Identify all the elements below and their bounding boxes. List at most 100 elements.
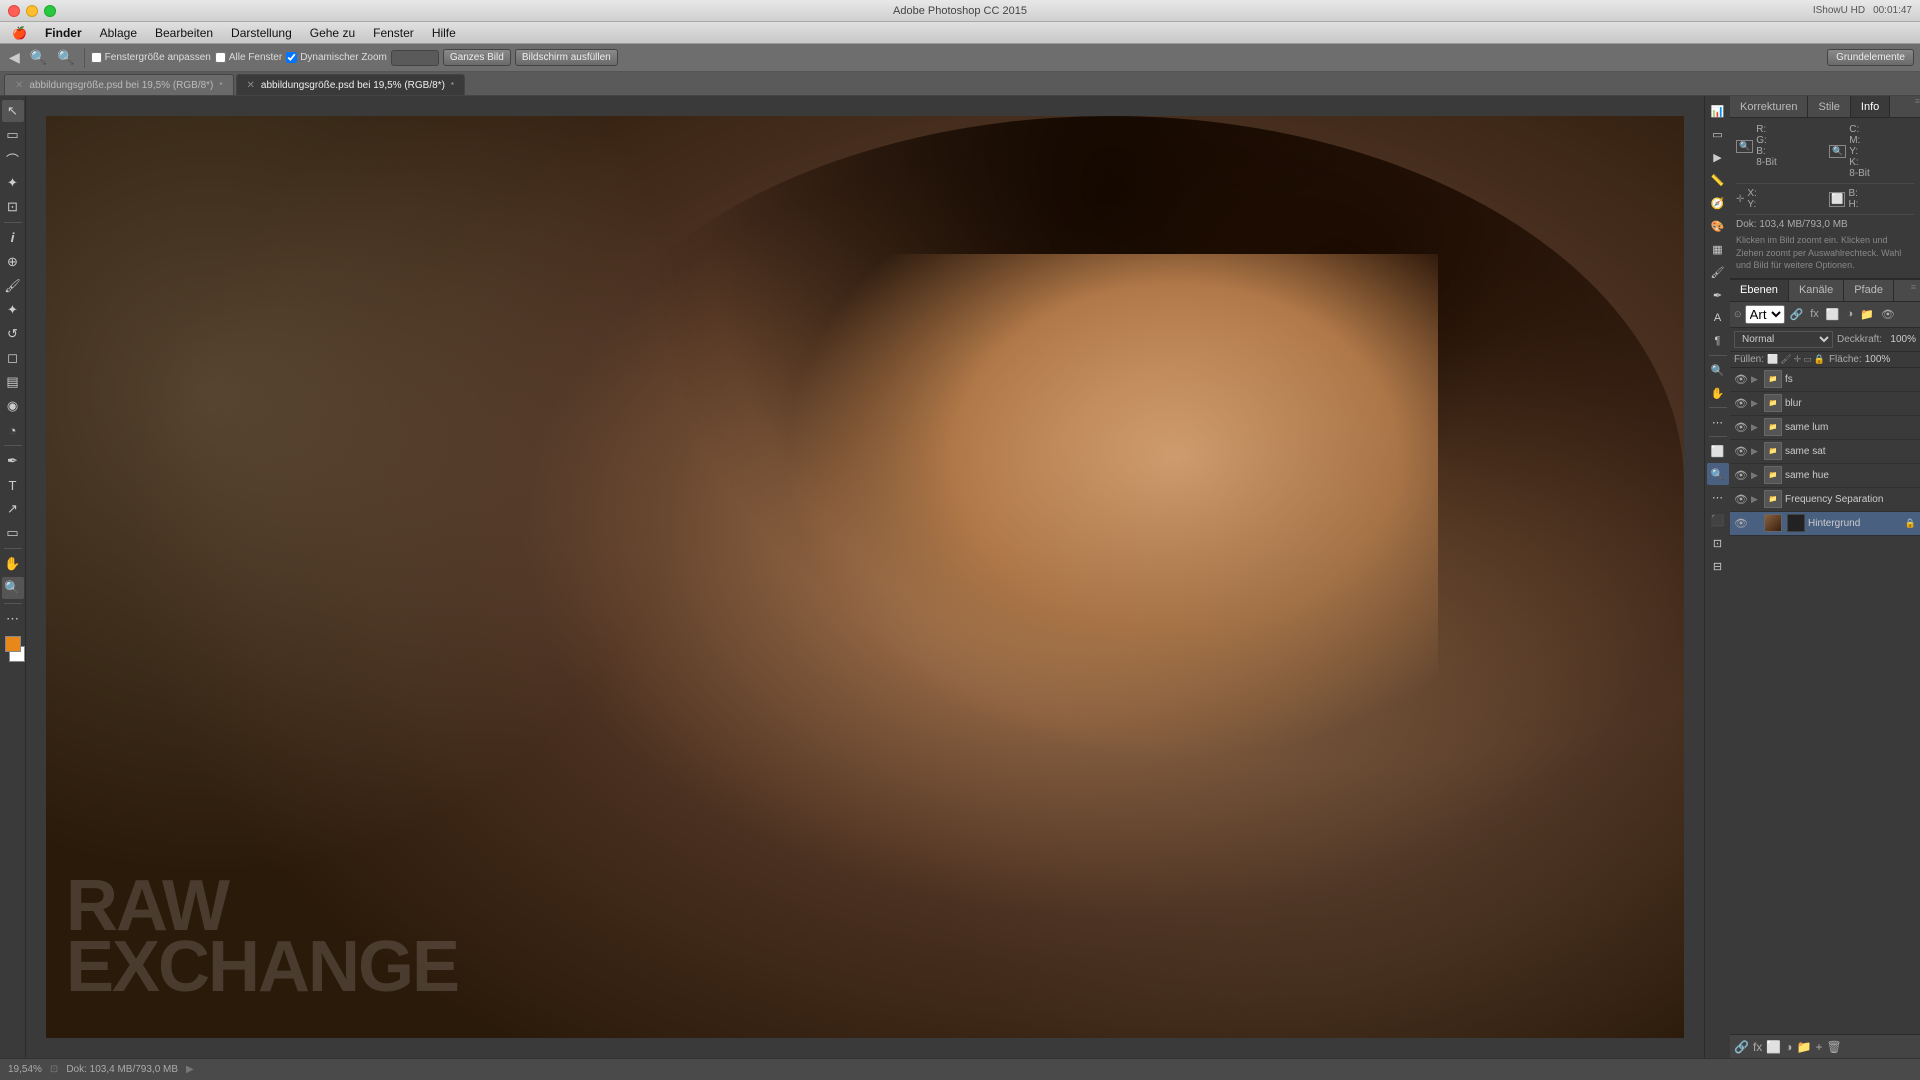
type-tool[interactable]: T xyxy=(2,474,24,496)
layer-item-fs[interactable]: 👁 ▶ 📁 fs xyxy=(1730,368,1920,392)
mid-tool-brush-preset[interactable]: 🖌 xyxy=(1707,261,1729,283)
tab-0[interactable]: ✕ abbildungsgröße.psd bei 19,5% (RGB/8*)… xyxy=(4,74,234,95)
layer-mask-btn[interactable]: ⬜ xyxy=(1824,307,1842,322)
mid-tool-color[interactable]: 🎨 xyxy=(1707,215,1729,237)
layer-item-samelum[interactable]: 👁 ▶ 📁 same lum xyxy=(1730,416,1920,440)
layer-expand-freqsep[interactable]: ▶ xyxy=(1751,494,1761,505)
tab-pfade[interactable]: Pfade xyxy=(1844,280,1894,301)
window-controls[interactable] xyxy=(8,5,56,17)
layers-panel-menu[interactable]: ≡ xyxy=(1907,280,1920,301)
layer-vis-fs[interactable]: 👁 xyxy=(1734,373,1748,386)
info-panel-menu[interactable]: ≡ xyxy=(1915,96,1920,117)
layer-expand-samesat[interactable]: ▶ xyxy=(1751,446,1761,457)
mid-tool-extra[interactable]: ⋯ xyxy=(1707,411,1729,433)
tab-0-close[interactable]: ✕ xyxy=(15,80,23,91)
mid-tool-panel[interactable]: ⬜ xyxy=(1707,440,1729,462)
menu-bearbeiten[interactable]: Bearbeiten xyxy=(147,24,221,42)
mid-tool-frame[interactable]: ⬛ xyxy=(1707,509,1729,531)
blend-mode-select[interactable]: Normal xyxy=(1734,331,1833,348)
quick-select-tool[interactable]: ✦ xyxy=(2,172,24,194)
lasso-tool[interactable]: ⌒ xyxy=(2,148,24,170)
layer-type-select[interactable]: Art xyxy=(1745,305,1785,324)
mid-tool-histogram[interactable]: 📊 xyxy=(1707,100,1729,122)
gradient-tool[interactable]: ▤ xyxy=(2,371,24,393)
zoom-tool[interactable]: 🔍 xyxy=(2,577,24,599)
mid-tool-hand2[interactable]: ✋ xyxy=(1707,382,1729,404)
fit-window-check[interactable] xyxy=(91,52,102,63)
layer-expand-samehue[interactable]: ▶ xyxy=(1751,470,1761,481)
layer-item-samesat[interactable]: 👁 ▶ 📁 same sat xyxy=(1730,440,1920,464)
layer-expand-blur[interactable]: ▶ xyxy=(1751,398,1761,409)
select-rect-tool[interactable]: ▭ xyxy=(2,124,24,146)
menu-ablage[interactable]: Ablage xyxy=(92,24,145,42)
tab-1-close[interactable]: ✕ xyxy=(247,80,255,91)
all-windows-check[interactable] xyxy=(215,52,226,63)
layer-item-freqsep[interactable]: 👁 ▶ 📁 Frequency Separation xyxy=(1730,488,1920,512)
move-tool[interactable]: ↖ xyxy=(2,100,24,122)
brush-tool[interactable]: 🖌 xyxy=(2,275,24,297)
toolbar-arrow[interactable]: ◀ xyxy=(6,48,23,67)
layer-vis-samehue[interactable]: 👁 xyxy=(1734,469,1748,482)
layer-vis-blur[interactable]: 👁 xyxy=(1734,397,1748,410)
menu-darstellung[interactable]: Darstellung xyxy=(223,24,300,42)
tab-kanaele[interactable]: Kanäle xyxy=(1789,280,1844,301)
layer-expand-samelum[interactable]: ▶ xyxy=(1751,422,1761,433)
foreground-color[interactable] xyxy=(5,636,21,652)
history-tool[interactable]: ↺ xyxy=(2,323,24,345)
lock-trans[interactable]: ⬜ xyxy=(1767,354,1778,365)
tab-1[interactable]: ✕ abbildungsgröße.psd bei 19,5% (RGB/8*)… xyxy=(236,74,466,95)
lock-all[interactable]: 🔒 xyxy=(1814,354,1825,365)
dynamic-zoom-check[interactable] xyxy=(286,52,297,63)
layer-style-btn[interactable]: fx xyxy=(1808,307,1821,321)
fit-image-btn[interactable]: Ganzes Bild xyxy=(443,49,511,66)
pen-tool[interactable]: ✒ xyxy=(2,450,24,472)
layer-mask-ctrl-btn[interactable]: ⬜ xyxy=(1766,1040,1781,1054)
mid-tool-magnify[interactable]: 🔍 xyxy=(1707,463,1729,485)
layer-expand-fs[interactable]: ▶ xyxy=(1751,374,1761,385)
grundelemente-btn[interactable]: Grundelemente xyxy=(1827,49,1914,66)
layer-vis-samelum[interactable]: 👁 xyxy=(1734,421,1748,434)
layer-vis-freqsep[interactable]: 👁 xyxy=(1734,493,1748,506)
canvas-image[interactable]: RAW EXCHANGE xyxy=(46,116,1684,1038)
crop-tool[interactable]: ⊡ xyxy=(2,196,24,218)
mid-tool-char[interactable]: A xyxy=(1707,307,1729,329)
mid-tool-zoom-mag[interactable]: 🔍 xyxy=(1707,359,1729,381)
blur-tool[interactable]: ◉ xyxy=(2,395,24,417)
menu-apple[interactable]: 🍎 xyxy=(4,24,35,42)
zoom-in-btn[interactable]: 🔍 xyxy=(54,48,77,67)
layer-link-ctrl-btn[interactable]: 🔗 xyxy=(1734,1040,1749,1054)
layer-vis-samesat[interactable]: 👁 xyxy=(1734,445,1748,458)
layer-item-samehue[interactable]: 👁 ▶ 📁 same hue xyxy=(1730,464,1920,488)
eraser-tool[interactable]: ◻ xyxy=(2,347,24,369)
lock-paint[interactable]: 🖌 xyxy=(1780,354,1791,365)
mid-tool-pen[interactable]: ✒ xyxy=(1707,284,1729,306)
menu-finder[interactable]: Finder xyxy=(37,24,90,42)
lock-move[interactable]: ✛ xyxy=(1794,354,1802,365)
mid-tool-frame2[interactable]: ⊡ xyxy=(1707,532,1729,554)
layer-vis-hintergrund[interactable]: 👁 xyxy=(1734,517,1748,530)
tab-ebenen[interactable]: Ebenen xyxy=(1730,280,1789,301)
heal-tool[interactable]: ⊕ xyxy=(2,251,24,273)
dodge-tool[interactable]: ◔ xyxy=(2,419,24,441)
stamp-tool[interactable]: ✦ xyxy=(2,299,24,321)
extra-tool-1[interactable]: ⋯ xyxy=(2,608,24,630)
mid-tool-para[interactable]: ¶ xyxy=(1707,330,1729,352)
menu-hilfe[interactable]: Hilfe xyxy=(424,24,464,42)
close-button[interactable] xyxy=(8,5,20,17)
menu-fenster[interactable]: Fenster xyxy=(365,24,422,42)
layer-new-btn[interactable]: + xyxy=(1815,1040,1822,1054)
tab-korrekturen[interactable]: Korrekturen xyxy=(1730,96,1808,117)
mid-tool-3dots[interactable]: ⋯ xyxy=(1707,486,1729,508)
layer-item-blur[interactable]: 👁 ▶ 📁 blur xyxy=(1730,392,1920,416)
minimize-button[interactable] xyxy=(26,5,38,17)
mid-tool-measure[interactable]: 📏 xyxy=(1707,169,1729,191)
layer-adj-ctrl-btn[interactable]: ◑ xyxy=(1785,1040,1792,1054)
zoom-out-btn[interactable]: 🔍 xyxy=(27,48,50,67)
shape-tool[interactable]: ▭ xyxy=(2,522,24,544)
mid-tool-collapse[interactable]: ⊟ xyxy=(1707,555,1729,577)
maximize-button[interactable] xyxy=(44,5,56,17)
layer-folder-btn[interactable]: 📁 xyxy=(1797,1040,1812,1054)
canvas-area[interactable]: RAW EXCHANGE xyxy=(26,96,1704,1058)
status-arrow[interactable]: ▶ xyxy=(186,1064,194,1075)
menu-gehe-zu[interactable]: Gehe zu xyxy=(302,24,363,42)
